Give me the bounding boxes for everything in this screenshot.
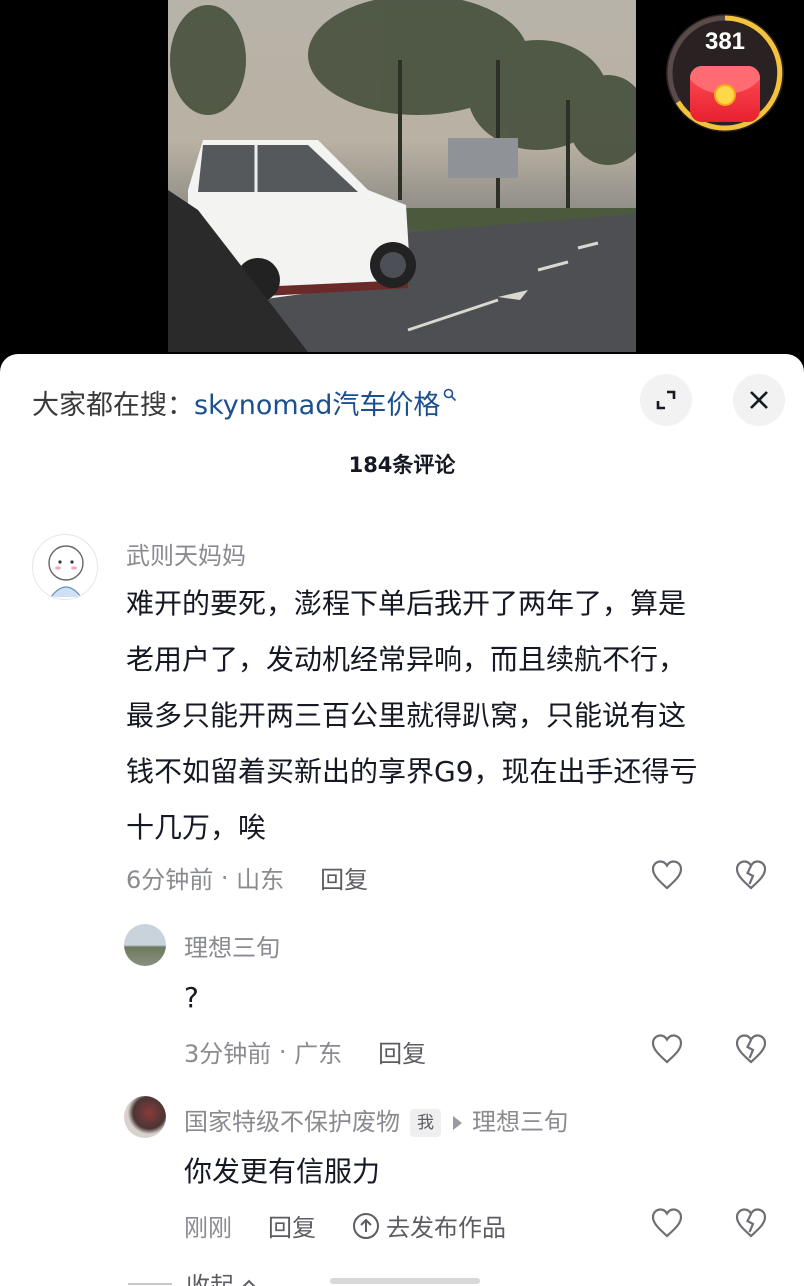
search-icon — [444, 388, 457, 402]
comment-text: 难开的要死，澎程下单后我开了两年了，算是 老用户了，发动机经常异响，而且续航不行… — [126, 576, 698, 856]
comment-location: 广东 — [294, 1040, 343, 1068]
video-player[interactable]: 381 — [0, 0, 804, 370]
reply-arrow-icon — [453, 1116, 462, 1130]
search-suggestion[interactable]: 大家都在搜： skynomad汽车价格 — [32, 382, 457, 422]
publish-work-button[interactable]: 去发布作品 — [352, 1208, 506, 1243]
comment-item: 武则天妈妈 难开的要死，澎程下单后我开了两年了，算是 老用户了，发动机经常异响，… — [0, 524, 804, 904]
avatar[interactable] — [32, 534, 98, 600]
comment-meta: 6分钟前 · 山东 回复 — [126, 860, 368, 895]
badge-count: 381 — [704, 28, 746, 55]
reply-button[interactable]: 回复 — [268, 1208, 316, 1243]
avatar[interactable] — [124, 1096, 166, 1138]
dislike-broken-heart-icon[interactable] — [734, 1032, 768, 1066]
collapse-label: 收起 — [186, 1272, 234, 1286]
comment-meta: 刚刚 回复 去发布作品 — [184, 1208, 506, 1243]
close-icon — [750, 391, 768, 409]
reply-to-author[interactable]: 理想三旬 — [472, 1108, 568, 1136]
video-frame — [168, 0, 636, 352]
comment-time: 刚刚 — [184, 1214, 232, 1242]
comment-time: 3分钟前 — [184, 1040, 272, 1068]
me-tag: 我 — [410, 1109, 441, 1137]
reply-item: 理想三旬 ? 3分钟前 · 广东 回复 — [0, 920, 804, 1070]
avatar[interactable] — [124, 924, 166, 966]
comment-line: 钱不如留着买新出的享界G9，现在出手还得亏 — [126, 755, 698, 788]
comment-author[interactable]: 武则天妈妈 — [126, 536, 246, 571]
comment-location: 山东 — [236, 866, 285, 894]
comment-author[interactable]: 理想三旬 — [184, 928, 280, 963]
comment-time: 6分钟前 — [126, 866, 214, 894]
dislike-broken-heart-icon[interactable] — [734, 858, 768, 892]
divider — [128, 1282, 172, 1285]
collapse-replies-button[interactable]: 收起 — [128, 1266, 258, 1286]
comment-sheet: 大家都在搜： skynomad汽车价格 184条评论 武则天妈妈 难开的要死，澎… — [0, 354, 804, 1286]
comment-meta: 3分钟前 · 广东 回复 — [184, 1034, 426, 1069]
comment-text: 你发更有信服力 — [184, 1155, 381, 1188]
reply-item: 国家特级不保护废物我 理想三旬 你发更有信服力 刚刚 回复 去发布作品 — [0, 1094, 804, 1254]
comment-line: 最多只能开两三百公里就得趴窝，只能说有这 — [126, 699, 687, 732]
comment-author-row: 国家特级不保护废物我 理想三旬 — [184, 1102, 568, 1137]
red-packet-badge[interactable]: 381 — [666, 14, 784, 132]
comment-line: 老用户了，发动机经常异响，而且续航不行， — [126, 643, 687, 676]
dislike-broken-heart-icon[interactable] — [734, 1206, 768, 1240]
comment-line: 十几万，唉 — [126, 811, 267, 844]
comment-line: 难开的要死，澎程下单后我开了两年了，算是 — [126, 587, 687, 620]
expand-button[interactable] — [640, 374, 692, 426]
comment-text: ? — [184, 981, 199, 1014]
home-indicator — [330, 1278, 480, 1284]
red-envelope-icon — [690, 66, 760, 122]
chevron-up-icon — [242, 1279, 256, 1286]
close-button[interactable] — [733, 374, 785, 426]
search-term-link[interactable]: skynomad汽车价格 — [194, 383, 440, 422]
like-heart-icon[interactable] — [650, 1032, 684, 1066]
like-heart-icon[interactable] — [650, 1206, 684, 1240]
comment-count-title: 184条评论 — [348, 453, 456, 477]
expand-icon — [656, 390, 676, 410]
search-prefix: 大家都在搜： — [32, 389, 194, 421]
reply-button[interactable]: 回复 — [320, 860, 368, 895]
cartoon-avatar-icon — [48, 545, 84, 598]
publish-work-label: 去发布作品 — [386, 1214, 506, 1242]
video-scene — [168, 0, 636, 352]
like-heart-icon[interactable] — [650, 858, 684, 892]
reply-button[interactable]: 回复 — [378, 1034, 426, 1069]
comment-author[interactable]: 国家特级不保护废物 — [184, 1108, 400, 1136]
upload-circle-icon — [353, 1212, 379, 1239]
